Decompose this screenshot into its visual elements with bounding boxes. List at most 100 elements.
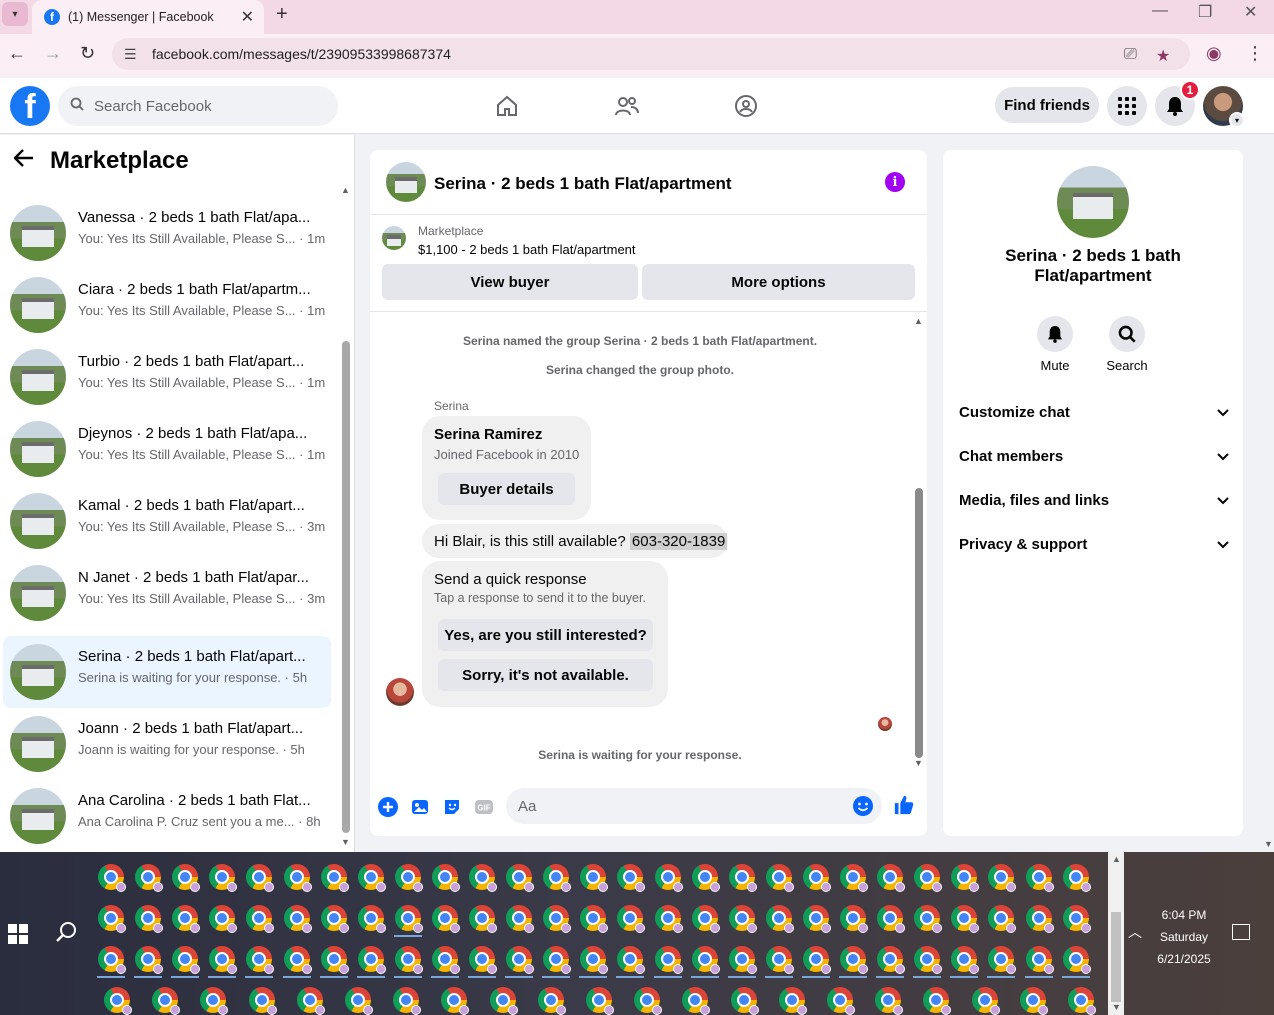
chrome-window-icon[interactable] [345, 987, 373, 1015]
privacy-support-section[interactable]: Privacy & support [959, 526, 1229, 562]
facebook-logo[interactable]: f [10, 86, 50, 126]
chrome-window-icon[interactable] [490, 987, 518, 1015]
customize-chat-section[interactable]: Customize chat [959, 394, 1229, 430]
chrome-window-icon[interactable] [246, 946, 274, 974]
chrome-window-icon[interactable] [393, 987, 421, 1015]
chrome-window-icon[interactable] [506, 864, 534, 892]
chrome-window-icon[interactable] [875, 987, 903, 1015]
new-tab-icon[interactable]: + [276, 3, 288, 26]
chrome-window-icon[interactable] [321, 946, 349, 974]
chrome-window-icon[interactable] [580, 946, 608, 974]
chrome-window-icon[interactable] [877, 946, 905, 974]
browser-menu-icon[interactable]: ⋮ [1246, 43, 1264, 64]
chrome-window-icon[interactable] [246, 905, 274, 933]
sender-avatar[interactable] [386, 678, 414, 706]
conversation-info-icon[interactable]: i [885, 172, 905, 192]
group-avatar[interactable] [1057, 166, 1129, 238]
chrome-window-icon[interactable] [152, 987, 180, 1015]
conversation-item-n-janet[interactable]: N Janet · 2 beds 1 bath Flat/apar... You… [3, 557, 331, 629]
mute-button[interactable]: Mute [1025, 316, 1085, 373]
chrome-window-icon[interactable] [543, 946, 571, 974]
chrome-window-icon[interactable] [1026, 905, 1054, 933]
chrome-window-icon[interactable] [284, 905, 312, 933]
chrome-window-icon[interactable] [617, 864, 645, 892]
search-in-conversation-button[interactable]: Search [1097, 316, 1157, 373]
chrome-window-icon[interactable] [1063, 946, 1091, 974]
conversation-list-scrollbar[interactable]: ▲ ▼ [341, 185, 351, 852]
quick-response-sorry-button[interactable]: Sorry, it's not available. [438, 659, 653, 691]
chrome-window-icon[interactable] [135, 864, 163, 892]
chrome-window-icon[interactable] [543, 864, 571, 892]
chrome-window-icon[interactable] [766, 905, 794, 933]
menu-grid-icon[interactable] [1107, 86, 1147, 126]
view-buyer-button[interactable]: View buyer [382, 264, 638, 300]
chrome-window-icon[interactable] [209, 864, 237, 892]
chrome-window-icon[interactable] [432, 864, 460, 892]
chrome-window-icon[interactable] [779, 987, 807, 1015]
chrome-window-icon[interactable] [1026, 864, 1054, 892]
chrome-window-icon[interactable] [840, 946, 868, 974]
conversation-item-djeynos[interactable]: Djeynos · 2 beds 1 bath Flat/apa... You:… [3, 413, 331, 485]
chrome-window-icon[interactable] [1068, 987, 1096, 1015]
conversation-item-ciara[interactable]: Ciara · 2 beds 1 bath Flat/apartm... You… [3, 269, 331, 341]
scrollbar-thumb[interactable] [1111, 912, 1121, 1002]
chrome-window-icon[interactable] [506, 905, 534, 933]
chrome-window-icon[interactable] [877, 905, 905, 933]
chrome-window-icon[interactable] [395, 905, 423, 933]
browser-tab-messenger[interactable]: f (1) Messenger | Facebook ✕ [32, 0, 264, 34]
chrome-window-icon[interactable] [655, 946, 683, 974]
thumbs-up-icon[interactable] [893, 794, 915, 816]
address-bar[interactable]: ☰ facebook.com/messages/t/23909533998687… [112, 38, 1190, 70]
chrome-window-icon[interactable] [729, 864, 757, 892]
chrome-window-icon[interactable] [172, 946, 200, 974]
conversation-item-serina[interactable]: Serina · 2 beds 1 bath Flat/apart... Ser… [3, 636, 331, 708]
restore-icon[interactable]: ❐ [1198, 2, 1212, 22]
chrome-window-icon[interactable] [766, 864, 794, 892]
chrome-window-icon[interactable] [395, 946, 423, 974]
back-arrow-icon[interactable] [13, 147, 34, 173]
chrome-window-icon[interactable] [655, 905, 683, 933]
chrome-window-icon[interactable] [104, 987, 132, 1015]
chrome-window-icon[interactable] [506, 946, 534, 974]
chrome-window-icon[interactable] [469, 946, 497, 974]
chrome-window-icon[interactable] [358, 905, 386, 933]
home-icon[interactable] [493, 92, 521, 120]
chrome-window-icon[interactable] [358, 864, 386, 892]
system-clock[interactable]: 6:04 PM Saturday 6/21/2025 [1150, 904, 1218, 970]
chat-scrollbar[interactable]: ▲ ▼ [914, 316, 924, 768]
scroll-up-arrow-icon[interactable]: ▲ [1112, 854, 1121, 864]
chrome-window-icon[interactable] [172, 905, 200, 933]
chrome-window-icon[interactable] [538, 987, 566, 1015]
chrome-window-icon[interactable] [246, 864, 274, 892]
groups-icon[interactable] [732, 92, 760, 120]
chrome-window-icon[interactable] [284, 864, 312, 892]
plus-icon[interactable] [377, 796, 399, 818]
reload-icon[interactable]: ↻ [80, 43, 95, 64]
chrome-window-icon[interactable] [988, 864, 1016, 892]
forward-arrow-icon[interactable]: → [44, 43, 62, 64]
photo-icon[interactable] [409, 796, 431, 818]
site-settings-icon[interactable]: ☰ [124, 46, 137, 63]
chrome-window-icon[interactable] [1063, 864, 1091, 892]
chrome-window-icon[interactable] [692, 905, 720, 933]
chrome-window-icon[interactable] [914, 946, 942, 974]
chrome-window-icon[interactable] [580, 864, 608, 892]
close-tab-icon[interactable]: ✕ [241, 7, 254, 27]
chat-avatar[interactable] [386, 162, 426, 202]
chrome-window-icon[interactable] [634, 987, 662, 1015]
chrome-window-icon[interactable] [98, 946, 126, 974]
scroll-down-arrow-icon[interactable]: ▼ [341, 837, 350, 847]
gif-icon[interactable]: GIF [473, 796, 495, 818]
chrome-window-icon[interactable] [951, 905, 979, 933]
chrome-window-icon[interactable] [914, 905, 942, 933]
chrome-window-icon[interactable] [655, 864, 683, 892]
chrome-window-icon[interactable] [432, 946, 460, 974]
chrome-window-icon[interactable] [209, 905, 237, 933]
chrome-window-icon[interactable] [432, 905, 460, 933]
scroll-down-arrow-icon[interactable]: ▼ [914, 758, 923, 768]
back-arrow-icon[interactable]: ← [8, 43, 26, 64]
chrome-window-icon[interactable] [988, 946, 1016, 974]
chrome-window-icon[interactable] [1063, 905, 1091, 933]
chrome-window-icon[interactable] [1026, 946, 1054, 974]
chrome-window-icon[interactable] [358, 946, 386, 974]
